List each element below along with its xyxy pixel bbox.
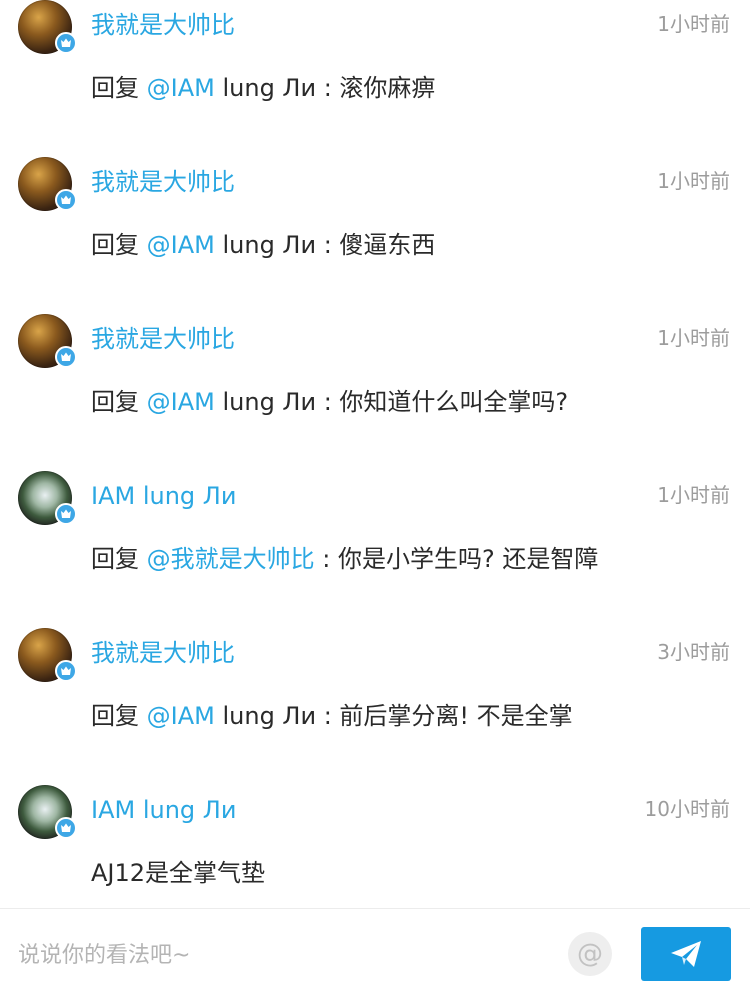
verified-badge-icon — [55, 189, 77, 211]
comment-body: : 你是小学生吗? 还是智障 — [314, 545, 599, 573]
reply-prefix: 回复 — [91, 231, 147, 259]
mention-link[interactable]: @IAM — [147, 388, 215, 416]
verified-badge-icon — [55, 660, 77, 682]
mention-at-button[interactable]: @ — [568, 932, 612, 976]
timestamp: 3小时前 — [657, 640, 730, 664]
mention-link[interactable]: @IAM — [147, 702, 215, 730]
comment-item: IAM lung Ли 1小时前 回复 @我就是大帅比 : 你是小学生吗? 还是… — [0, 471, 750, 632]
comment-item: 我就是大帅比 3小时前 回复 @IAM lung Ли : 前后掌分离! 不是全… — [0, 628, 750, 789]
username[interactable]: 我就是大帅比 — [91, 324, 235, 354]
verified-badge-icon — [55, 346, 77, 368]
timestamp: 1小时前 — [657, 483, 730, 507]
timestamp: 1小时前 — [657, 169, 730, 193]
verified-badge-icon — [55, 503, 77, 525]
timestamp: 10小时前 — [644, 797, 730, 821]
verified-badge-icon — [55, 817, 77, 839]
comment-item: 我就是大帅比 1小时前 回复 @IAM lung Ли : 傻逼东西 — [0, 157, 750, 318]
comment-input[interactable] — [18, 937, 538, 973]
comment-item: 我就是大帅比 1小时前 回复 @IAM lung Ли : 你知道什么叫全掌吗? — [0, 314, 750, 475]
username[interactable]: 我就是大帅比 — [91, 638, 235, 668]
username[interactable]: IAM lung Ли — [91, 481, 236, 511]
reply-prefix: 回复 — [91, 74, 147, 102]
reply-prefix: 回复 — [91, 388, 147, 416]
comment-text: AJ12是全掌气垫 — [91, 857, 265, 889]
comment-list[interactable]: 我就是大帅比 1小时前 回复 @IAM lung Ли : 滚你麻痹 我就是大帅… — [0, 0, 750, 908]
comment-text: 回复 @IAM lung Ли : 滚你麻痹 — [91, 72, 435, 104]
reply-prefix: 回复 — [91, 545, 147, 573]
comment-body: lung Ли : 傻逼东西 — [214, 231, 436, 259]
comment-text: 回复 @IAM lung Ли : 你知道什么叫全掌吗? — [91, 386, 568, 418]
reply-prefix: 回复 — [91, 702, 147, 730]
mention-link[interactable]: @IAM — [147, 74, 215, 102]
timestamp: 1小时前 — [657, 12, 730, 36]
verified-badge-icon — [55, 32, 77, 54]
comment-body: AJ12是全掌气垫 — [91, 859, 266, 887]
username[interactable]: 我就是大帅比 — [91, 10, 235, 40]
comment-input-bar — [0, 908, 750, 1000]
comment-body: lung Ли : 你知道什么叫全掌吗? — [214, 388, 569, 416]
comment-text: 回复 @IAM lung Ли : 前后掌分离! 不是全掌 — [91, 700, 573, 732]
mention-link[interactable]: @IAM — [147, 231, 215, 259]
comment-item: 我就是大帅比 1小时前 回复 @IAM lung Ли : 滚你麻痹 — [0, 0, 750, 161]
timestamp: 1小时前 — [657, 326, 730, 350]
send-button[interactable] — [641, 927, 731, 981]
comment-text: 回复 @IAM lung Ли : 傻逼东西 — [91, 229, 435, 261]
comment-body: lung Ли : 前后掌分离! 不是全掌 — [214, 702, 573, 730]
mention-link[interactable]: @我就是大帅比 — [147, 545, 315, 573]
username[interactable]: 我就是大帅比 — [91, 167, 235, 197]
paper-plane-icon — [671, 941, 701, 967]
comment-text: 回复 @我就是大帅比 : 你是小学生吗? 还是智障 — [91, 543, 598, 575]
username[interactable]: IAM lung Ли — [91, 795, 236, 825]
comment-body: lung Ли : 滚你麻痹 — [214, 74, 436, 102]
comment-item: IAM lung Ли 10小时前 AJ12是全掌气垫 — [0, 785, 750, 908]
